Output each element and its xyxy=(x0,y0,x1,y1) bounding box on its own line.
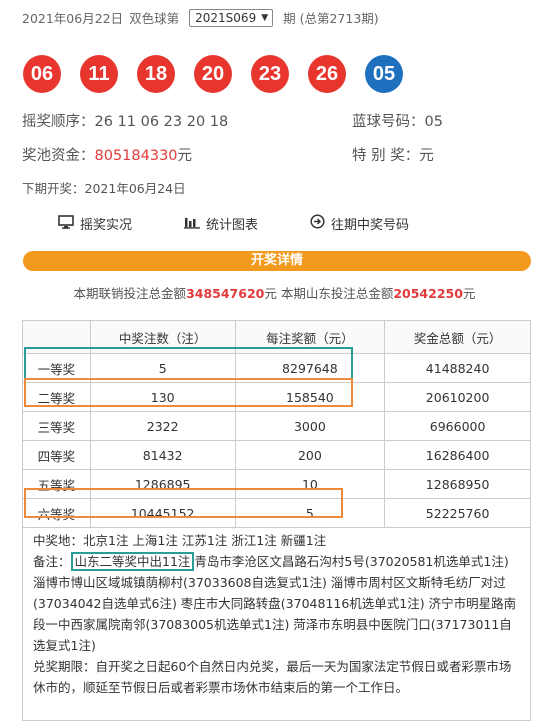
remark-label: 备注： xyxy=(33,554,71,569)
prize-level-cell: 三等奖 xyxy=(22,411,91,441)
highlight-first-prize xyxy=(24,347,353,380)
national-sales: 348547620 xyxy=(186,286,265,301)
order-label: 摇奖顺序： xyxy=(22,114,95,130)
issue-select-value: 2021S069 xyxy=(195,10,257,25)
stats-chart-link[interactable]: 统计图表 xyxy=(184,214,258,233)
live-draw-link[interactable]: 摇奖实况 xyxy=(58,214,132,233)
link-bar: 摇奖实况 统计图表 往期中奖号码 xyxy=(58,214,549,233)
winning-balls: 06 11 18 20 23 26 05 xyxy=(23,55,549,93)
table-cell: 2322 xyxy=(89,411,236,441)
table-cell: 16286400 xyxy=(384,440,531,470)
game-label: 双色球第 xyxy=(129,11,180,26)
table-cell: 12868950 xyxy=(384,469,531,499)
remark: 备注： 山东二等奖中出11注 青岛市李沧区文昌路石沟村5号(37020581机选单式… xyxy=(33,551,520,656)
order-value: 26 11 06 23 20 18 xyxy=(94,114,229,130)
issue-suffix: 期 (总第2713期) xyxy=(283,11,379,26)
special-label: 特 别 奖： xyxy=(352,148,420,164)
table-cell: 200 xyxy=(234,440,386,470)
blue-label: 蓝球号码： xyxy=(352,114,425,130)
monitor-icon xyxy=(58,214,74,233)
claim-deadline: 兑奖期限：自开奖之日起60个自然日内兑奖，最后一天为国家法定节假日或者彩票市场休… xyxy=(33,659,512,695)
highlight-sixth-prize xyxy=(24,488,343,518)
table-cell: 3000 xyxy=(234,411,386,441)
table-row: 三等奖 2322 3000 6966000 xyxy=(22,411,531,441)
table-row: 四等奖 81432 200 16286400 xyxy=(22,440,531,470)
table-cell: 20610200 xyxy=(384,382,531,412)
issue-select[interactable]: 2021S069 ▼ xyxy=(189,8,274,27)
prize-level-cell: 四等奖 xyxy=(22,440,91,470)
table-cell: 41488240 xyxy=(384,353,531,383)
info-row-blue: 蓝球号码：05 xyxy=(352,110,549,131)
stats-chart-label: 统计图表 xyxy=(206,218,259,233)
sales-summary: 本期联销投注总金额348547620元 本期山东投注总金额20542250元 xyxy=(0,283,549,302)
bar-chart-icon xyxy=(184,215,201,233)
sales-label-1: 本期联销投注总金额 xyxy=(73,286,187,301)
sales-unit: 元 xyxy=(462,286,476,301)
info-row-special: 特 别 奖：元 xyxy=(352,144,549,165)
table-cell: 6966000 xyxy=(384,411,531,441)
info-row-next: 下期开奖：2021年06月24日 xyxy=(22,178,549,197)
arrow-circle-icon xyxy=(310,214,325,233)
table-header: 奖金总额（元） xyxy=(384,320,531,354)
red-ball: 23 xyxy=(251,55,289,93)
detail-bar[interactable]: 开奖详情 xyxy=(23,251,531,271)
next-label: 下期开奖： xyxy=(22,181,85,196)
remark-highlight: 山东二等奖中出11注 xyxy=(70,552,195,571)
notes-panel: 中奖地：北京1注 上海1注 江苏1注 浙江1注 新疆1注 备注： 山东二等奖中出1… xyxy=(22,520,531,721)
special-value: 元 xyxy=(419,148,434,164)
red-ball: 26 xyxy=(308,55,346,93)
red-ball: 18 xyxy=(137,55,175,93)
history-label: 往期中奖号码 xyxy=(331,218,410,233)
live-draw-label: 摇奖实况 xyxy=(80,218,133,233)
red-ball: 11 xyxy=(80,55,118,93)
highlight-second-prize xyxy=(24,378,353,407)
next-value: 2021年06月24日 xyxy=(84,181,186,196)
chevron-down-icon: ▼ xyxy=(261,12,269,23)
red-ball: 06 xyxy=(23,55,61,93)
blue-value: 05 xyxy=(424,114,443,130)
blue-ball: 05 xyxy=(365,55,403,93)
pool-label: 奖池资金： xyxy=(22,148,95,164)
draw-date: 2021年06月22日 xyxy=(22,11,124,26)
shandong-sales: 20542250 xyxy=(393,286,463,301)
table-cell: 81432 xyxy=(89,440,236,470)
pool-unit: 元 xyxy=(177,148,193,164)
sales-label-2: 元 本期山东投注总金额 xyxy=(264,286,394,301)
red-ball: 20 xyxy=(194,55,232,93)
history-link[interactable]: 往期中奖号码 xyxy=(310,214,409,233)
draw-header: 2021年06月22日 双色球第 2021S069 ▼ 期 (总第2713期) xyxy=(22,8,549,27)
pool-value: 805184330 xyxy=(94,148,178,164)
winning-places: 中奖地：北京1注 上海1注 江苏1注 浙江1注 新疆1注 xyxy=(33,533,327,548)
